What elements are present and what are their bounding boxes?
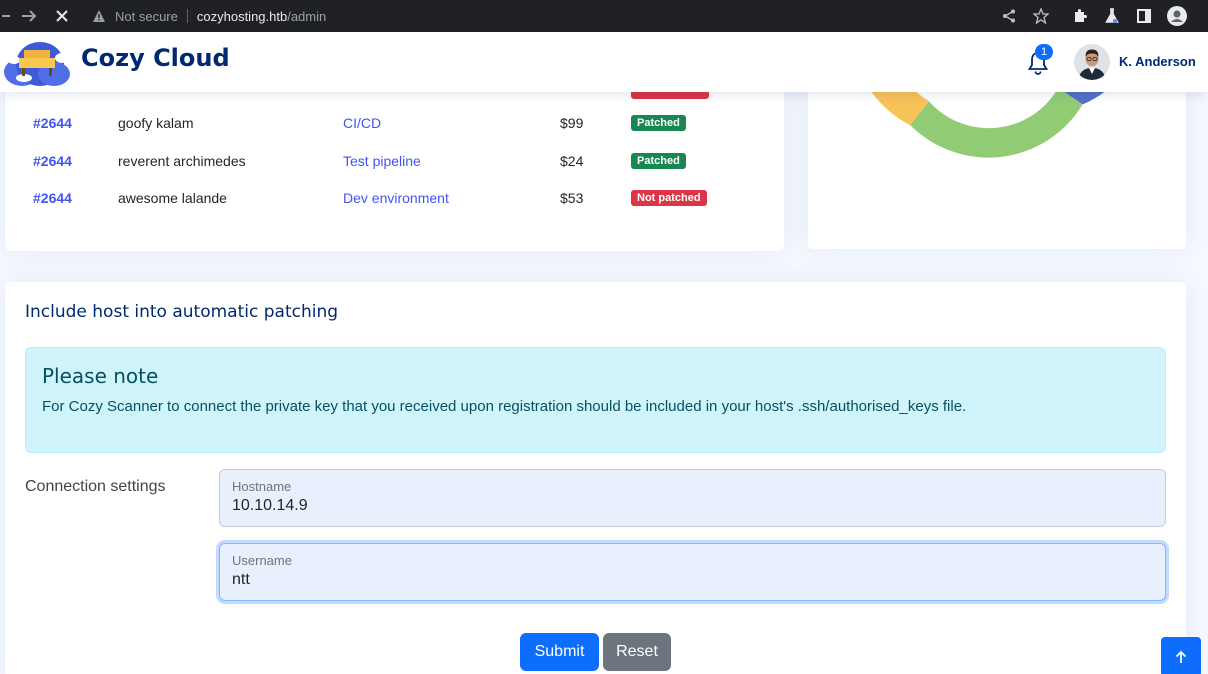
arrow-up-icon xyxy=(1175,650,1187,663)
address-bar[interactable]: Not secure cozyhosting.htb /admin xyxy=(92,0,326,32)
customer-name: goofy kalam xyxy=(118,115,194,131)
extensions-icon[interactable] xyxy=(1070,0,1090,32)
username-label: Username xyxy=(232,553,292,568)
customer-name: awesome lalande xyxy=(118,190,227,206)
hostname-label: Hostname xyxy=(232,479,292,494)
stop-loading-icon[interactable] xyxy=(52,0,72,32)
product-link[interactable]: CI/CD xyxy=(343,113,381,133)
back-to-top-button[interactable] xyxy=(1161,637,1201,674)
alert-title: Please note xyxy=(42,364,159,388)
url-divider xyxy=(186,9,188,23)
submit-button[interactable]: Submit xyxy=(520,633,599,671)
avatar[interactable] xyxy=(1074,44,1110,80)
price: $99 xyxy=(560,115,584,131)
back-arrow-icon[interactable] xyxy=(0,0,10,32)
share-icon[interactable] xyxy=(999,0,1019,32)
alert-text: For Cozy Scanner to connect the private … xyxy=(42,398,967,415)
reset-button[interactable]: Reset xyxy=(603,633,671,671)
url-path: /admin xyxy=(287,8,327,24)
user-name[interactable]: K. Anderson xyxy=(1119,54,1196,69)
not-secure-label: Not secure xyxy=(115,8,178,24)
profile-icon[interactable] xyxy=(1166,0,1188,32)
cozy-cloud-logo-icon[interactable] xyxy=(2,34,72,90)
form-title: Include host into automatic patching xyxy=(25,302,339,322)
table-row: #2644 reverent archimedes Test pipeline … xyxy=(5,151,784,171)
hostname-value[interactable]: 10.10.14.9 xyxy=(232,497,308,515)
username-field[interactable]: Username ntt xyxy=(219,543,1166,601)
chart-segment-green xyxy=(910,87,1083,158)
notification-count-badge: 1 xyxy=(1035,44,1053,60)
browser-toolbar: Not secure cozyhosting.htb /admin xyxy=(0,0,1208,32)
hostname-field[interactable]: Hostname 10.10.14.9 xyxy=(219,469,1166,527)
status-badge: Patched xyxy=(631,115,686,131)
product-link[interactable]: Test pipeline xyxy=(343,151,421,171)
url-host: cozyhosting.htb xyxy=(196,8,288,24)
sidebar-toggle-icon[interactable] xyxy=(1134,0,1154,32)
table-row: #2644 goofy kalam CI/CD $99 Patched xyxy=(5,113,784,133)
order-id-link[interactable]: #2644 xyxy=(33,113,72,133)
price: $53 xyxy=(560,190,584,206)
order-id-link[interactable]: #2644 xyxy=(33,151,72,171)
automatic-patching-card: Include host into automatic patching Ple… xyxy=(5,282,1186,674)
username-value[interactable]: ntt xyxy=(232,571,250,589)
status-badge: Not patched xyxy=(631,190,707,206)
connection-settings-label: Connection settings xyxy=(25,478,166,495)
product-link[interactable]: Dev environment xyxy=(343,188,449,208)
price: $24 xyxy=(560,153,584,169)
forward-arrow-icon[interactable] xyxy=(18,0,40,32)
table-row: #2644 awesome lalande Dev environment $5… xyxy=(5,188,784,208)
order-id-link[interactable]: #2644 xyxy=(33,188,72,208)
status-badge: Patched xyxy=(631,153,686,169)
customer-name: reverent archimedes xyxy=(118,153,246,169)
warning-icon xyxy=(93,10,105,22)
bookmark-star-icon[interactable] xyxy=(1031,0,1051,32)
info-alert: Please note For Cozy Scanner to connect … xyxy=(25,347,1166,453)
brand-name[interactable]: Cozy Cloud xyxy=(81,44,230,72)
lab-flask-icon[interactable] xyxy=(1102,0,1122,32)
app-header: Cozy Cloud 1 K. Anderson xyxy=(0,32,1208,92)
